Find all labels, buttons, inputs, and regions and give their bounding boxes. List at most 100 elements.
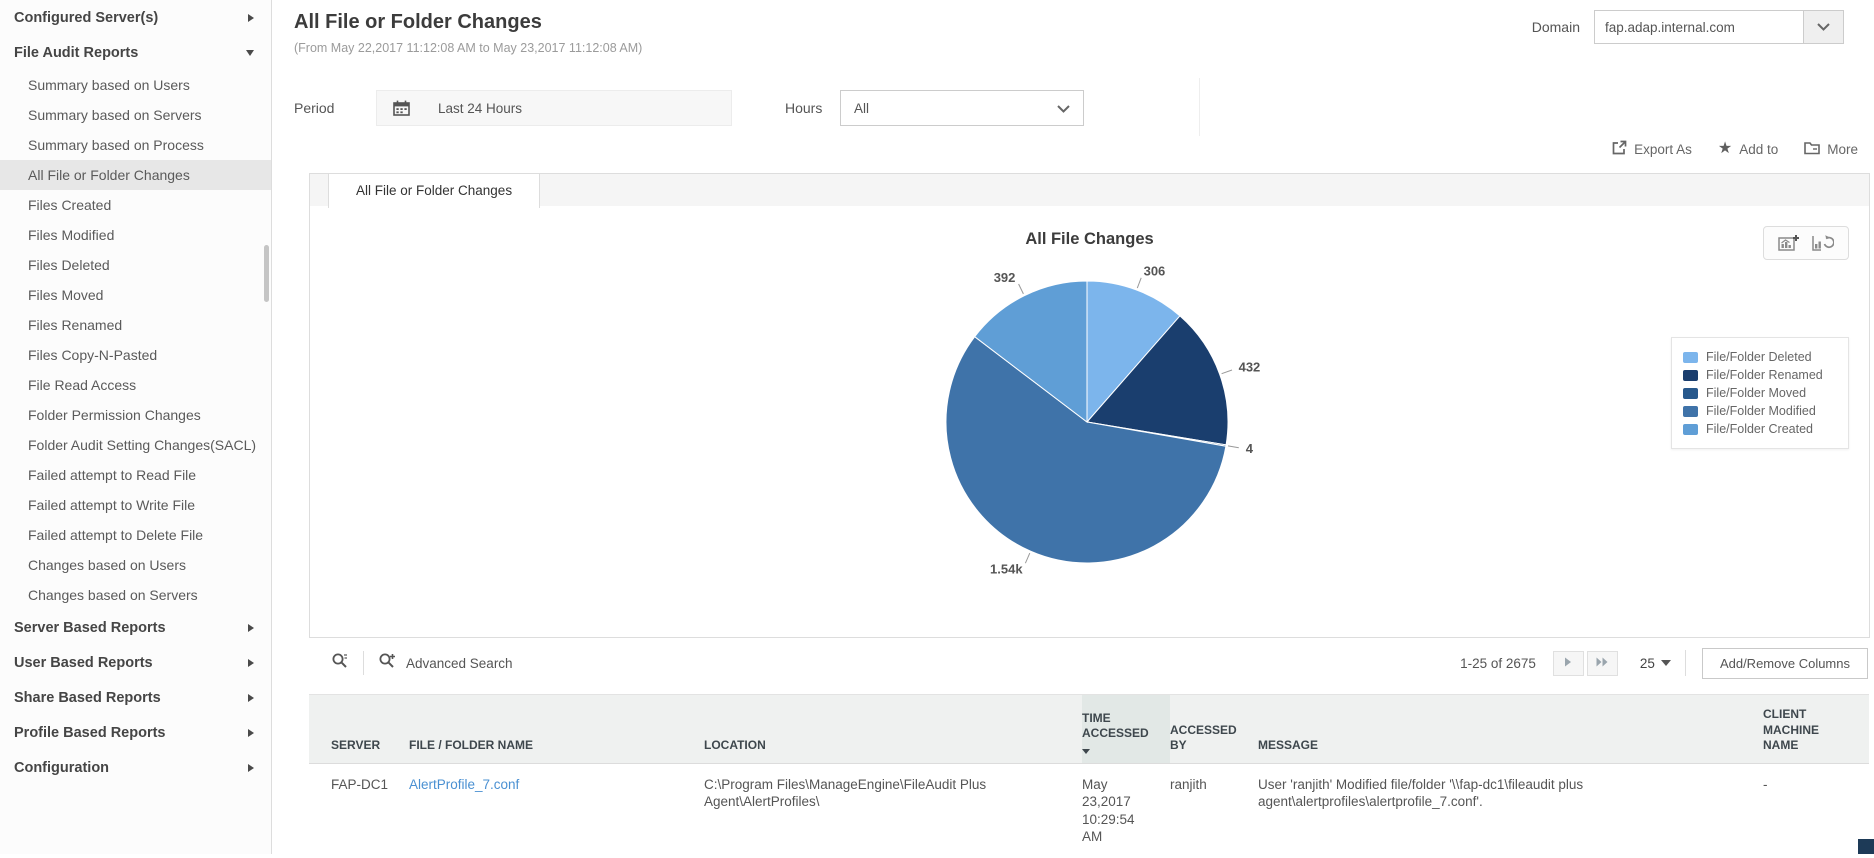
sidebar-section-label: Server Based Reports — [14, 620, 166, 636]
tab-strip: All File or Folder Changes — [309, 173, 1870, 206]
hours-value: All — [854, 101, 869, 116]
more-button[interactable]: More — [1804, 141, 1858, 158]
sidebar-section-configured-server-s[interactable]: Configured Server(s) — [0, 0, 271, 35]
legend-item-file-folder-modified[interactable]: File/Folder Modified — [1683, 402, 1837, 420]
audit-table: SERVER FILE / FOLDER NAMELOCATION TIME ACC… — [309, 694, 1869, 858]
pagination-range: 1-25 of 2675 — [1460, 656, 1536, 671]
add-to-button[interactable]: ★ Add to — [1718, 141, 1778, 157]
sidebar: Configured Server(s)File Audit ReportsSu… — [0, 0, 272, 854]
sidebar-item-failed-attempt-to-read-file[interactable]: Failed attempt to Read File — [0, 460, 271, 490]
sidebar-item-folder-audit-setting-changes-sacl[interactable]: Folder Audit Setting Changes(SACL) — [0, 430, 271, 460]
sidebar-item-folder-permission-changes[interactable]: Folder Permission Changes — [0, 400, 271, 430]
add-chart-icon[interactable] — [1778, 234, 1800, 252]
advanced-search-label[interactable]: Advanced Search — [406, 656, 513, 671]
sidebar-scrollbar[interactable] — [264, 245, 269, 302]
sidebar-item-failed-attempt-to-write-file[interactable]: Failed attempt to Write File — [0, 490, 271, 520]
sidebar-item-failed-attempt-to-delete-file[interactable]: Failed attempt to Delete File — [0, 520, 271, 550]
sidebar-section-configuration[interactable]: Configuration — [0, 750, 271, 785]
search-icon[interactable] — [331, 652, 349, 675]
chart-tools — [1763, 226, 1849, 260]
filter-row: Period Last 24 Hours Hours All — [294, 90, 1874, 126]
legend-label: File/Folder Created — [1706, 422, 1813, 436]
sidebar-item-files-deleted[interactable]: Files Deleted — [0, 250, 271, 280]
sidebar-section-server-based-reports[interactable]: Server Based Reports — [0, 610, 271, 645]
sidebar-item-files-renamed[interactable]: Files Renamed — [0, 310, 271, 340]
sidebar-item-summary-based-on-users[interactable]: Summary based on Users — [0, 70, 271, 100]
grid-toolbar: Advanced Search 1-25 of 2675 25 — [309, 638, 1870, 688]
sidebar-item-changes-based-on-servers[interactable]: Changes based on Servers — [0, 580, 271, 610]
column-header-label: CLIENT MACHINE NAME — [1763, 707, 1819, 752]
table-header-row: SERVER FILE / FOLDER NAMELOCATION TIME ACC… — [309, 695, 1869, 764]
sidebar-item-summary-based-on-servers[interactable]: Summary based on Servers — [0, 100, 271, 130]
refresh-chart-icon[interactable] — [1812, 234, 1834, 252]
sidebar-section-profile-based-reports[interactable]: Profile Based Reports — [0, 715, 271, 750]
tab-all-file-or-folder-changes[interactable]: All File or Folder Changes — [328, 174, 540, 208]
star-icon: ★ — [1718, 141, 1732, 157]
sidebar-item-files-copy-n-pasted[interactable]: Files Copy-N-Pasted — [0, 340, 271, 370]
column-header-label: ACCESSED BY — [1170, 723, 1237, 753]
legend-label: File/Folder Renamed — [1706, 368, 1823, 382]
sidebar-item-changes-based-on-users[interactable]: Changes based on Users — [0, 550, 271, 580]
export-as-button[interactable]: Export As — [1612, 140, 1692, 158]
export-as-label: Export As — [1634, 142, 1692, 157]
column-header-file-folder-name[interactable]: FILE / FOLDER NAME — [409, 695, 704, 764]
domain-select-caret[interactable] — [1804, 10, 1844, 44]
sidebar-section-user-based-reports[interactable]: User Based Reports — [0, 645, 271, 680]
pie-label-connector — [1025, 553, 1029, 563]
sidebar-item-files-created[interactable]: Files Created — [0, 190, 271, 220]
sidebar-item-files-moved[interactable]: Files Moved — [0, 280, 271, 310]
legend-label: File/Folder Moved — [1706, 386, 1806, 400]
add-remove-columns-button[interactable]: Add/Remove Columns — [1702, 648, 1868, 679]
pie-label-connector — [1222, 370, 1232, 374]
more-label: More — [1827, 142, 1858, 157]
domain-label: Domain — [1532, 19, 1580, 35]
sidebar-section-label: Share Based Reports — [14, 690, 161, 706]
chevron-right-icon — [248, 14, 254, 22]
chart-panel: All File Changes — [309, 206, 1870, 638]
sidebar-item-file-read-access[interactable]: File Read Access — [0, 370, 271, 400]
message-cell: User 'ranjith' Modified file/folder '\\f… — [1258, 763, 1763, 858]
column-header-client-machine-name[interactable]: CLIENT MACHINE NAME — [1763, 695, 1869, 764]
column-header-server[interactable]: SERVER — [309, 695, 409, 764]
pie-data-label: 392 — [994, 270, 1016, 285]
column-header-label: LOCATION — [704, 738, 766, 752]
next-page-button[interactable] — [1553, 651, 1584, 676]
column-header-time-accessed[interactable]: TIME ACCESSED — [1082, 695, 1170, 764]
sort-desc-icon[interactable] — [1082, 749, 1090, 754]
sidebar-nav: Configured Server(s)File Audit ReportsSu… — [0, 0, 271, 785]
hours-select[interactable]: All — [840, 90, 1084, 126]
period-value: Last 24 Hours — [438, 101, 522, 116]
column-header-label: MESSAGE — [1258, 738, 1318, 752]
chevron-right-icon — [248, 624, 254, 632]
legend-item-file-folder-created[interactable]: File/Folder Created — [1683, 420, 1837, 438]
table-body: FAP-DC1AlertProfile_7.confC:\Program Fil… — [309, 763, 1869, 858]
report-date-range: (From May 22,2017 11:12:08 AM to May 23,… — [294, 41, 642, 55]
sidebar-item-all-file-or-folder-changes[interactable]: All File or Folder Changes — [0, 160, 271, 190]
legend-item-file-folder-renamed[interactable]: File/Folder Renamed — [1683, 366, 1837, 384]
column-header-message[interactable]: MESSAGE — [1258, 695, 1763, 764]
column-header-location[interactable]: LOCATION — [704, 695, 1082, 764]
period-picker[interactable]: Last 24 Hours — [376, 90, 732, 126]
advanced-search-icon[interactable] — [378, 652, 397, 675]
last-page-button[interactable] — [1587, 651, 1618, 676]
legend-swatch — [1683, 352, 1698, 363]
corner-widget[interactable] — [1858, 839, 1874, 854]
pie-label-connector — [1019, 284, 1024, 294]
sidebar-item-files-modified[interactable]: Files Modified — [0, 220, 271, 250]
page-size-select[interactable]: 25 — [1640, 656, 1671, 671]
location-cell: C:\Program Files\ManageEngine\FileAudit … — [704, 763, 1082, 858]
file-link[interactable]: AlertProfile_7.conf — [409, 777, 519, 792]
legend-item-file-folder-deleted[interactable]: File/Folder Deleted — [1683, 348, 1837, 366]
legend-item-file-folder-moved[interactable]: File/Folder Moved — [1683, 384, 1837, 402]
sidebar-section-file-audit-reports[interactable]: File Audit Reports — [0, 35, 271, 70]
column-header-label: SERVER — [331, 738, 380, 752]
domain-select[interactable]: fap.adap.internal.com — [1594, 10, 1804, 44]
chart-legend: File/Folder Deleted File/Folder Renamed Fi… — [1671, 337, 1849, 449]
chevron-down-icon — [1057, 101, 1070, 116]
page-size-value: 25 — [1640, 656, 1655, 671]
report-actions: Export As ★ Add to More — [1612, 140, 1858, 158]
sidebar-section-label: Profile Based Reports — [14, 725, 166, 741]
sidebar-section-share-based-reports[interactable]: Share Based Reports — [0, 680, 271, 715]
column-header-accessed-by[interactable]: ACCESSED BY — [1170, 695, 1258, 764]
sidebar-item-summary-based-on-process[interactable]: Summary based on Process — [0, 130, 271, 160]
